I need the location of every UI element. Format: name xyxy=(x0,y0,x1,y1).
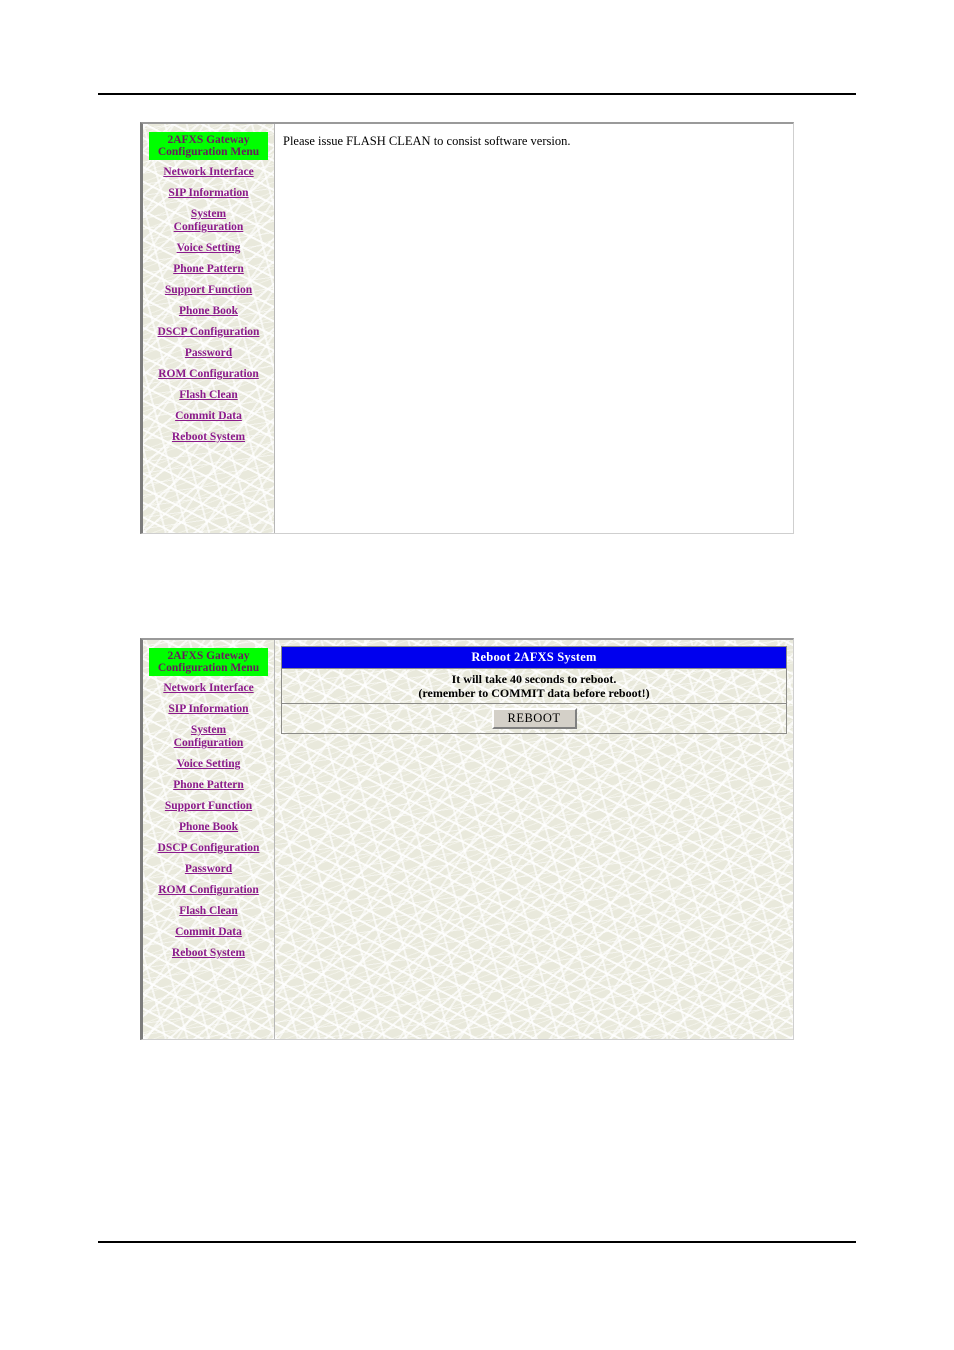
sidebar-item-label: Phone Book xyxy=(178,821,239,833)
sidebar-item-label: Password xyxy=(184,347,233,359)
sidebar-item-label: Network Interface xyxy=(163,682,254,694)
sidebar-item-voice-setting[interactable]: Voice Setting xyxy=(143,758,274,771)
sidebar-item-label: Flash Clean xyxy=(179,389,238,401)
sidebar-item-label: Phone Book xyxy=(178,305,239,317)
sidebar-title: 2AFXS Gateway Configuration Menu xyxy=(149,648,268,676)
sidebar-item-label: Flash Clean xyxy=(179,905,238,917)
sidebar-item-label: Reboot System xyxy=(171,431,246,443)
reboot-info-line1: It will take 40 seconds to reboot. xyxy=(451,672,617,686)
sidebar-item-support-function[interactable]: Support Function xyxy=(143,800,274,813)
reboot-button[interactable]: REBOOT xyxy=(491,708,577,729)
sidebar-title-line2: Configuration Menu xyxy=(157,662,260,674)
sidebar-item-system-configuration[interactable]: System Configuration xyxy=(143,208,274,234)
sidebar-item-label: SIP Information xyxy=(168,703,249,715)
sidebar-item-commit-data[interactable]: Commit Data xyxy=(143,410,274,423)
sidebar-item-label: Phone Pattern xyxy=(173,263,244,275)
reboot-info-line2: (remember to COMMIT data before reboot!) xyxy=(418,686,650,700)
sidebar-item-flash-clean[interactable]: Flash Clean xyxy=(143,905,274,918)
sidebar-item-label: ROM Configuration xyxy=(158,368,259,380)
sidebar-item-network-interface[interactable]: Network Interface xyxy=(143,682,274,695)
sidebar-item-phone-book[interactable]: Phone Book xyxy=(143,305,274,318)
sidebar-item-dscp-configuration[interactable]: DSCP Configuration xyxy=(143,326,274,339)
flash-clean-screenshot-panel: 2AFXS Gateway Configuration Menu Network… xyxy=(140,122,794,534)
sidebar-item-label: System xyxy=(190,724,227,736)
sidebar-item-label: Voice Setting xyxy=(176,242,241,254)
sidebar-item-rom-configuration[interactable]: ROM Configuration xyxy=(143,884,274,897)
sidebar-item-password[interactable]: Password xyxy=(143,863,274,876)
sidebar-item-label: DSCP Configuration xyxy=(157,326,260,338)
reboot-screenshot-panel: 2AFXS Gateway Configuration Menu Network… xyxy=(140,638,794,1040)
sidebar-item-sip-information[interactable]: SIP Information xyxy=(143,187,274,200)
sidebar-item-phone-book[interactable]: Phone Book xyxy=(143,821,274,834)
sidebar-item-label: Reboot System xyxy=(171,947,246,959)
sidebar-item-flash-clean[interactable]: Flash Clean xyxy=(143,389,274,402)
sidebar-item-rom-configuration[interactable]: ROM Configuration xyxy=(143,368,274,381)
sidebar-item-phone-pattern[interactable]: Phone Pattern xyxy=(143,263,274,276)
reboot-info-cell: It will take 40 seconds to reboot. (reme… xyxy=(281,668,787,704)
sidebar-item-password[interactable]: Password xyxy=(143,347,274,360)
sidebar-title-line2: Configuration Menu xyxy=(157,146,260,158)
sidebar-title: 2AFXS Gateway Configuration Menu xyxy=(149,132,268,160)
sidebar-item-phone-pattern[interactable]: Phone Pattern xyxy=(143,779,274,792)
reboot-content-area: Reboot 2AFXS System It will take 40 seco… xyxy=(275,640,793,1039)
sidebar-item-system-configuration[interactable]: System Configuration xyxy=(143,724,274,750)
sidebar-item-reboot-system[interactable]: Reboot System xyxy=(143,431,274,444)
sidebar-item-label: Commit Data xyxy=(175,410,242,422)
sidebar-item-label: ROM Configuration xyxy=(158,884,259,896)
sidebar-item-label: Phone Pattern xyxy=(173,779,244,791)
sidebar-item-label: Commit Data xyxy=(175,926,242,938)
sidebar-item-label: Support Function xyxy=(164,800,253,812)
sidebar-item-network-interface[interactable]: Network Interface xyxy=(143,166,274,179)
sidebar-item-sip-information[interactable]: SIP Information xyxy=(143,703,274,716)
reboot-button-cell: REBOOT xyxy=(281,703,787,734)
sidebar-item-dscp-configuration[interactable]: DSCP Configuration xyxy=(143,842,274,855)
sidebar-item-label: Support Function xyxy=(164,284,253,296)
sidebar-item-label-line2: Configuration xyxy=(173,737,244,749)
sidebar-item-label: SIP Information xyxy=(168,187,249,199)
sidebar-navigation-flash: 2AFXS Gateway Configuration Menu Network… xyxy=(143,124,275,533)
sidebar-title-line1: 2AFXS Gateway xyxy=(167,134,250,146)
sidebar-item-label-line2: Configuration xyxy=(173,221,244,233)
sidebar-item-label: Voice Setting xyxy=(176,758,241,770)
reboot-header-row: Reboot 2AFXS System xyxy=(281,646,787,669)
bottom-horizontal-rule xyxy=(98,1241,856,1243)
reboot-button-row: REBOOT xyxy=(281,703,787,734)
sidebar-item-reboot-system[interactable]: Reboot System xyxy=(143,947,274,960)
sidebar-title-line1: 2AFXS Gateway xyxy=(167,650,250,662)
sidebar-item-label: Network Interface xyxy=(163,166,254,178)
sidebar-item-label: DSCP Configuration xyxy=(157,842,260,854)
sidebar-item-label: System xyxy=(190,208,227,220)
reboot-panel-title: Reboot 2AFXS System xyxy=(281,646,787,669)
sidebar-item-label: Password xyxy=(184,863,233,875)
reboot-info-row: It will take 40 seconds to reboot. (reme… xyxy=(281,668,787,704)
flash-clean-content-area: Please issue FLASH CLEAN to consist soft… xyxy=(275,124,793,533)
sidebar-navigation-reboot: 2AFXS Gateway Configuration Menu Network… xyxy=(143,640,275,1039)
reboot-panel-table: Reboot 2AFXS System It will take 40 seco… xyxy=(281,646,787,734)
sidebar-item-voice-setting[interactable]: Voice Setting xyxy=(143,242,274,255)
sidebar-item-commit-data[interactable]: Commit Data xyxy=(143,926,274,939)
top-horizontal-rule xyxy=(98,93,856,95)
sidebar-item-support-function[interactable]: Support Function xyxy=(143,284,274,297)
flash-clean-message: Please issue FLASH CLEAN to consist soft… xyxy=(283,134,571,148)
